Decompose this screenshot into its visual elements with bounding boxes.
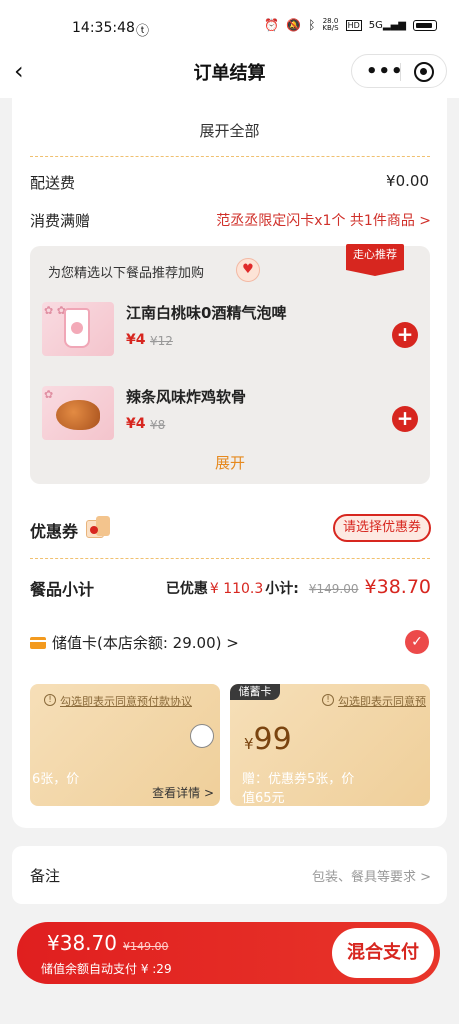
prepaid-card[interactable]: ! 勾选即表示同意预付款协议 6张，价 查看详情 >: [30, 684, 220, 806]
mini-program-capsule: •••: [351, 54, 447, 88]
note-row[interactable]: 备注 包装、餐具等要求 >: [12, 846, 447, 904]
cup-icon: [64, 308, 90, 348]
expand-all-button[interactable]: 展开全部: [12, 120, 447, 141]
agreement-link[interactable]: 勾选即表示同意预: [338, 693, 426, 709]
gift-label: 消费满赠: [30, 212, 91, 230]
alarm-icon: ⏰: [264, 18, 280, 32]
item-original-price: ¥8: [150, 418, 166, 432]
signal-icon: 5G▂▄▆: [368, 19, 406, 31]
status-bar: 14:35:48 ⓣ ⏰ 🔕 ᛒ 28.0 KB/S HD 5G▂▄▆: [0, 0, 459, 46]
pay-amount: ¥38.70 ¥149.00: [47, 931, 169, 955]
status-icons: ⏰ 🔕 ᛒ 28.0 KB/S HD 5G▂▄▆: [264, 18, 437, 32]
coupon-label: 优惠券: [30, 522, 79, 541]
select-coupon-button[interactable]: 请选择优惠券: [333, 514, 431, 542]
card-amount: ¥99: [244, 722, 292, 757]
network-speed: 28.0 KB/S: [322, 17, 339, 32]
divider: [30, 558, 430, 559]
chicken-image[interactable]: ✿: [42, 386, 114, 440]
pay-original: ¥149.00: [122, 940, 169, 953]
close-mini-program-icon[interactable]: [414, 62, 434, 82]
view-details-link[interactable]: 查看详情 >: [152, 784, 214, 801]
stored-card-checkbox[interactable]: ✓: [405, 630, 429, 654]
stored-card-label: 储值卡(本店余额: 29.00) >: [52, 634, 239, 652]
card-gift-text: 6张，价: [32, 772, 80, 787]
blossom-icon: ✿ ✿: [44, 304, 66, 317]
clock: 14:35:48: [72, 20, 135, 36]
stored-card-row[interactable]: 储值卡(本店余额: 29.00) >: [30, 632, 239, 653]
hd-icon: HD: [345, 19, 362, 31]
expand-recommend-button[interactable]: 展开: [30, 452, 430, 473]
mute-icon: 🔕: [286, 18, 302, 32]
savings-card[interactable]: 储蓄卡 ! 勾选即表示同意预 ¥99 赠：优惠券5张，价 值65元: [230, 684, 430, 806]
app-notification-icon: ⓣ: [136, 24, 150, 39]
order-card: 展开全部 配送费 ¥0.00 消费满赠 范丞丞限定闪卡x1个 共1件商品 > 为…: [12, 98, 447, 828]
recommend-title: 为您精选以下餐品推荐加购: [48, 266, 205, 281]
gift-link[interactable]: 范丞丞限定闪卡x1个 共1件商品 >: [216, 210, 431, 230]
item-name[interactable]: 辣条风味炸鸡软骨: [126, 386, 246, 407]
heart-icon: ♥: [236, 258, 260, 282]
coupon-icon: [84, 514, 112, 540]
pay-sub-text: 储值余额自动支付 ¥ :29: [41, 962, 172, 976]
card-gift-text: 赠：优惠券5张，价: [242, 772, 355, 787]
subtotal-original: ¥149.00: [308, 582, 359, 596]
wallet-icon: [30, 636, 46, 649]
blossom-icon: ✿: [44, 388, 54, 401]
delivery-fee-label: 配送费: [30, 174, 76, 192]
nav-bar: ‹ 订单结算 •••: [0, 46, 459, 98]
more-icon[interactable]: •••: [366, 61, 404, 82]
subtotal-total: ¥38.70: [364, 576, 431, 598]
note-label: 备注: [30, 867, 61, 885]
battery-icon: [413, 19, 437, 31]
delivery-fee-value: ¥0.00: [386, 172, 429, 190]
recommend-panel: 为您精选以下餐品推荐加购 ♥ 走心推荐 ✿ ✿ 江南白桃味0酒精气泡啤 ¥4 ¥…: [30, 244, 430, 484]
capsule-divider: [400, 63, 401, 81]
peach-drink-image[interactable]: ✿ ✿: [42, 302, 114, 356]
pay-bar: ¥38.70 ¥149.00 储值余额自动支付 ¥ :29 混合支付: [17, 922, 440, 984]
add-item-button[interactable]: +: [392, 406, 418, 432]
item-name[interactable]: 江南白桃味0酒精气泡啤: [126, 302, 286, 323]
item-price: ¥4: [126, 416, 146, 432]
savings-card-badge: 储蓄卡: [230, 684, 280, 700]
fried-chicken-icon: [56, 400, 100, 430]
subtotal-label: 餐品小计: [30, 580, 95, 599]
bluetooth-icon: ᛒ: [308, 18, 316, 32]
agreement-link[interactable]: 勾选即表示同意预付款协议: [60, 693, 192, 709]
item-price: ¥4: [126, 332, 146, 348]
info-icon: !: [322, 694, 334, 706]
mixed-pay-button[interactable]: 混合支付: [332, 928, 434, 978]
info-icon: !: [44, 694, 56, 706]
discount-label: 已优惠: [165, 581, 208, 597]
subtotal-summary: 已优惠 ¥ 110.3 小计: ¥149.00 ¥38.70: [166, 576, 431, 598]
recommend-tag: 走心推荐: [346, 244, 404, 276]
note-placeholder[interactable]: 包装、餐具等要求 >: [312, 866, 431, 885]
card-radio[interactable]: [190, 724, 214, 748]
add-item-button[interactable]: +: [392, 322, 418, 348]
item-original-price: ¥12: [150, 334, 173, 348]
divider: [30, 156, 430, 157]
card-gift-text-2: 值65元: [242, 791, 285, 806]
discount-value: ¥ 110.3: [209, 581, 264, 597]
subtotal-total-label: 小计:: [265, 581, 299, 597]
